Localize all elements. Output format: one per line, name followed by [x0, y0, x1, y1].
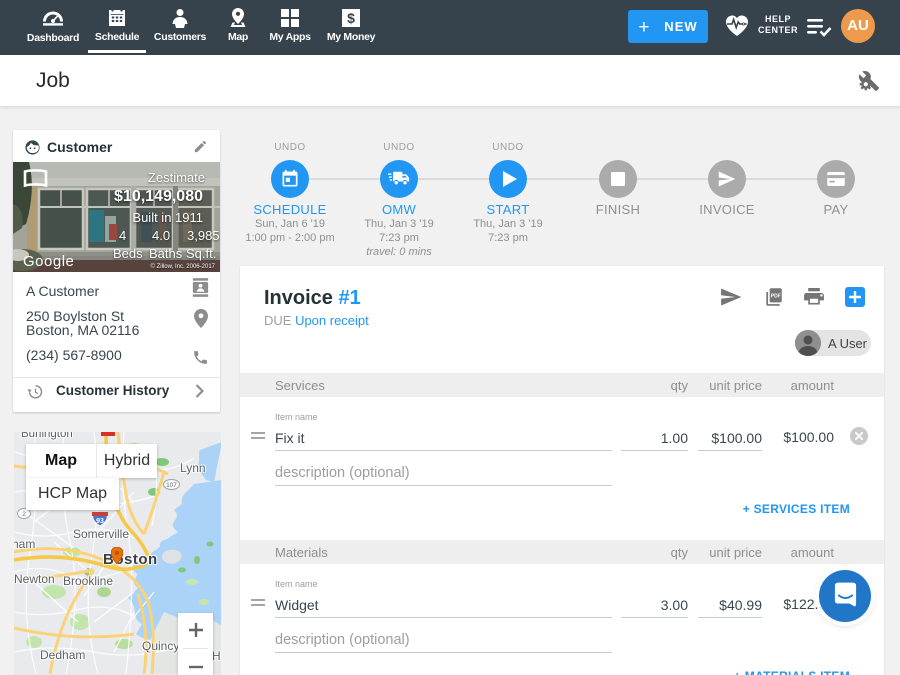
svg-text:107: 107	[166, 482, 177, 489]
svg-text:PDF: PDF	[771, 294, 781, 300]
svg-text:$: $	[347, 10, 355, 26]
svg-text:2: 2	[22, 511, 26, 518]
svg-text:93: 93	[96, 518, 104, 525]
